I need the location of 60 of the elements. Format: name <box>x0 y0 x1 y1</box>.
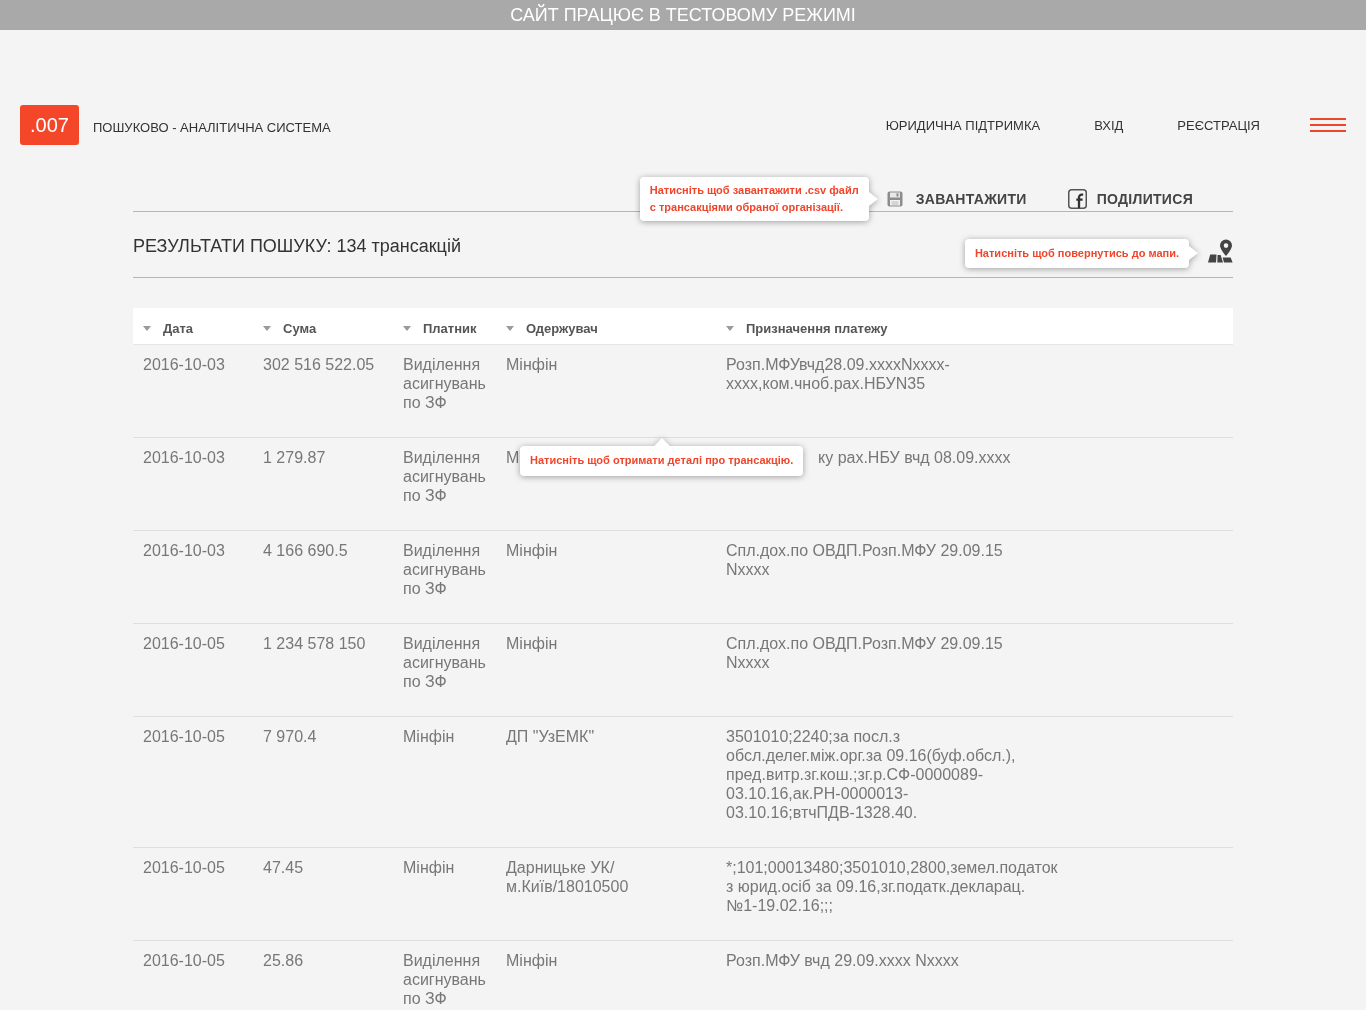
table-cell: 1 234 578 150 <box>263 635 366 652</box>
logo[interactable]: .007 <box>20 105 79 145</box>
site-subtitle: ПОШУКОВО - АНАЛІТИЧНА СИСТЕМА <box>93 119 331 135</box>
table-cell: ДП "УзЕМК" <box>506 728 595 745</box>
caret-icon <box>726 325 734 331</box>
table-cell: Розп.МФУ вчд 29.09.xxxx Nxxxx <box>726 952 959 969</box>
column-header[interactable]: Дата <box>143 320 194 336</box>
tooltip: Натисніть щоб повернутись до мапи. <box>964 238 1198 268</box>
caret-icon <box>263 325 271 331</box>
table-cell: Спл.дох.по ОВДП.Розп.МФУ 29.09.15 Nxxxx <box>726 542 1003 578</box>
table-cell: 7 970.4 <box>263 728 317 745</box>
table-cell: Виділення асигнувань по ЗФ <box>403 356 486 411</box>
table-cell: 1 279.87 <box>263 449 326 466</box>
table-cell: 302 516 522.05 <box>263 356 375 373</box>
caret-icon <box>506 325 514 331</box>
results-title: РЕЗУЛЬТАТИ ПОШУКУ: 134 трансакцій <box>133 236 461 257</box>
nav-link[interactable]: ВХІД <box>1094 117 1124 133</box>
nav-link[interactable]: ЮРИДИЧНА ПІДТРИМКА <box>885 117 1041 133</box>
table-cell: 25.86 <box>263 952 304 969</box>
table-cell: Мінфін <box>403 859 455 876</box>
table-cell: 47.45 <box>263 859 304 876</box>
share-button[interactable]: ПОДІЛИТИСЯ <box>1067 189 1193 209</box>
table-cell: Виділення асигнувань по ЗФ <box>403 635 486 690</box>
table-cell: 2016-10-03 <box>143 356 225 373</box>
tooltip: Натисніть щоб завантажити .csv файл с трансакціями обраної організації. <box>639 177 878 221</box>
table-cell: Мінфін <box>506 542 558 559</box>
table-cell: Виділення асигнувань по ЗФ <box>403 542 486 597</box>
column-header[interactable]: Платник <box>403 320 477 336</box>
table-cell: Мінфін <box>403 728 455 745</box>
table-cell: 3501010;2240;за посл.з обсл.делег.між.орг.за 09.16(буф.обсл.), пред.витр.зг.кош.;зг.р.СФ-0000089- 03.10.16,ак.РН-0000013- 03.10.16;втчПДВ-1328.40. <box>726 728 1016 821</box>
table-cell: Мінфін <box>506 952 558 969</box>
column-header[interactable]: Одержувач <box>506 320 598 336</box>
column-header[interactable]: Призначення платежу <box>726 320 888 336</box>
nav-link[interactable]: РЕЄСТРАЦІЯ <box>1177 117 1260 133</box>
table-cell: 4 166 690.5 <box>263 542 348 559</box>
table-cell: *;101;00013480;3501010,2800,земел.податок з юрид.осіб за 09.16,зг.податк.декларац. №1-19.02.16;;; <box>726 859 1058 914</box>
table-cell: Дарницьке УК/ м.Київ/18010500 <box>506 859 629 895</box>
table-cell: 2016-10-05 <box>143 635 225 652</box>
table-cell: Виділення асигнувань по ЗФ <box>403 449 486 504</box>
table-cell: 2016-10-05 <box>143 952 225 969</box>
menu-icon[interactable] <box>1310 118 1346 132</box>
table-cell: 2016-10-05 <box>143 728 225 745</box>
facebook-icon <box>1067 189 1087 209</box>
map-pin-icon[interactable] <box>1207 238 1233 263</box>
table-cell: Спл.дох.по ОВДП.Розп.МФУ 29.09.15 Nxxxx <box>726 635 1003 671</box>
table-cell: Виділення асигнувань по ЗФ <box>403 952 486 1007</box>
table-cell: ку рах.НБУ вчд 08.09.xxxx <box>818 449 1011 466</box>
download-button[interactable]: ЗАВАНТАЖИТИ <box>886 191 1027 207</box>
table-cell: Мінфін <box>506 356 558 373</box>
caret-icon <box>143 325 151 331</box>
caret-icon <box>403 325 411 331</box>
table-cell: 2016-10-05 <box>143 859 225 876</box>
table-cell: Розп.МФУвчд28.09.xxxxNxxxx- xxxx,ком.чноб.рах.НБУN35 <box>726 356 950 392</box>
tooltip: Натисніть щоб отримати деталі про трансакцію. <box>520 438 804 476</box>
test-mode-banner: САЙТ ПРАЦЮЄ В ТЕСТОВОМУ РЕЖИМІ <box>0 0 1366 30</box>
table-cell: Мінфін <box>506 635 558 652</box>
table-cell: 2016-10-03 <box>143 449 225 466</box>
column-header[interactable]: Сума <box>263 320 317 336</box>
table-cell: 2016-10-03 <box>143 542 225 559</box>
table-cell: М <box>506 449 520 466</box>
